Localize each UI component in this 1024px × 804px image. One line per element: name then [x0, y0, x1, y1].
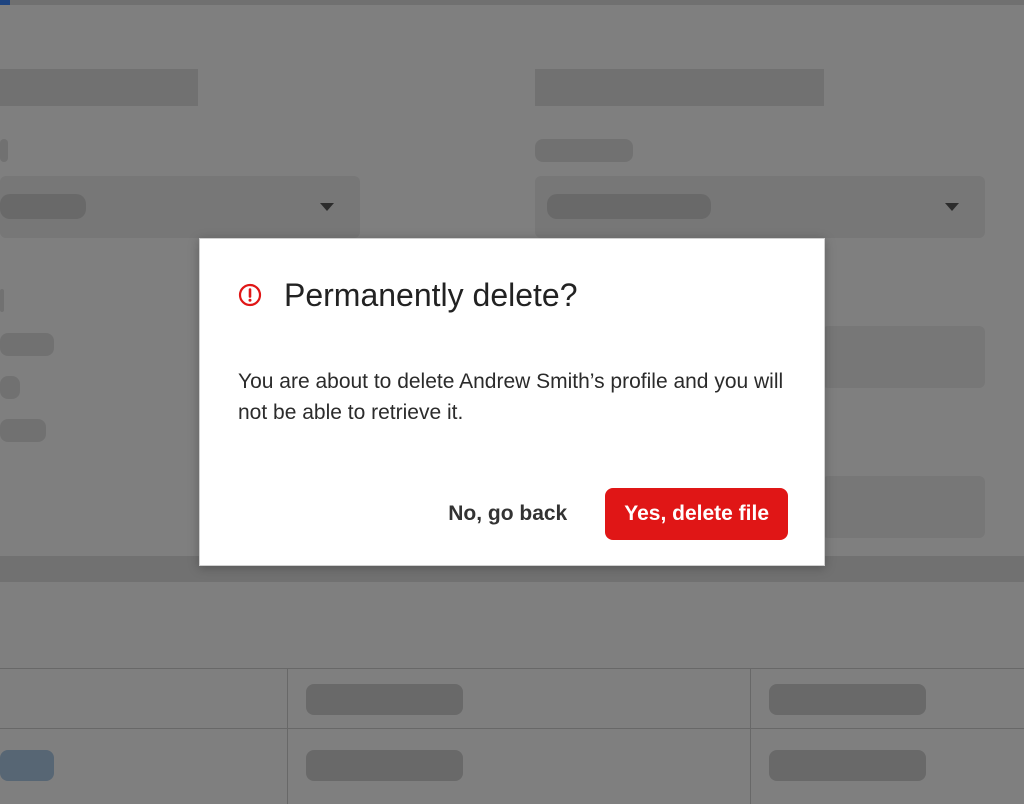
alert-circle-icon	[238, 283, 262, 307]
dialog-message: You are about to delete Andrew Smith’s p…	[238, 370, 784, 424]
delete-confirmation-dialog: Permanently delete? You are about to del…	[199, 238, 825, 566]
dialog-title: Permanently delete?	[284, 277, 578, 313]
delete-confirm-button[interactable]: Yes, delete file	[605, 488, 788, 540]
dialog-actions: No, go back Yes, delete file	[448, 488, 788, 540]
cancel-button[interactable]: No, go back	[448, 502, 567, 526]
dialog-header: Permanently delete?	[238, 275, 578, 315]
